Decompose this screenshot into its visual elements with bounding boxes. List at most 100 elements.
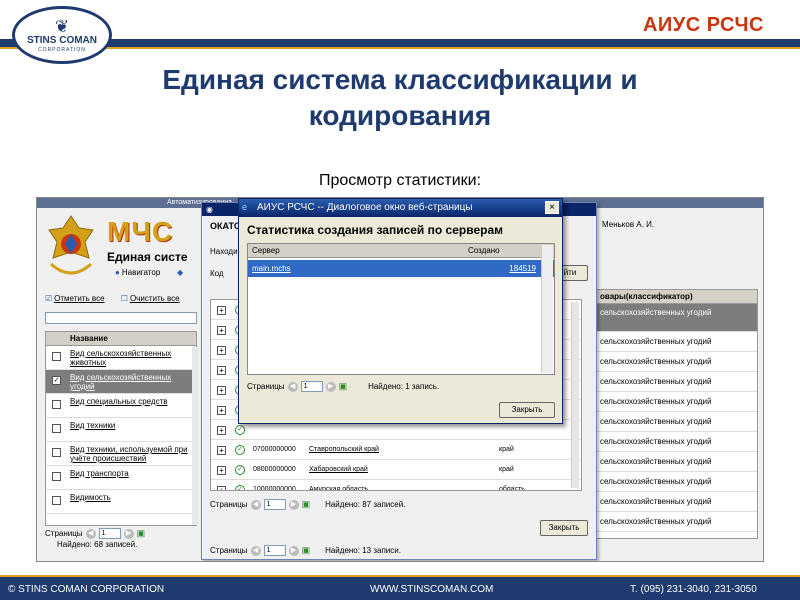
stats-row-created[interactable]: 184519 [509,260,536,277]
catalog-row[interactable]: сельскохозяйственных угодий [596,492,757,512]
stats-found-count: Найдено: 1 запись. [368,382,440,391]
catalog-row[interactable]: сельскохозяйственных угодий [596,372,757,392]
catalog-row[interactable]: сельскохозяйственных угодий [596,452,757,472]
classifier-list-header: Название [46,332,196,346]
expand-icon[interactable]: + [217,406,226,415]
list-item-label[interactable]: Вид специальных средств [70,397,168,406]
checkbox[interactable] [52,472,61,481]
catalog-row[interactable]: сельскохозяйственных угодий [596,432,757,452]
catalog-row[interactable]: сельскохозяйственных угодий [596,512,757,532]
checklist-icon: ☑ [45,294,53,303]
classifier-list-scrollbar[interactable] [192,347,198,525]
check-circle-icon: ✓ [235,445,245,455]
checkbox[interactable] [52,400,61,409]
expand-icon[interactable]: + [217,466,226,475]
checkbox[interactable] [52,448,61,457]
outer-next-page-icon[interactable]: ▶ [288,545,299,556]
classifier-pager: Страницы ◀ 1 ▶ ▣ [45,528,145,539]
list-item-label[interactable]: Видимость [70,493,111,502]
table-row[interactable]: + ✓ 07000000000 Ставропольский край край [211,440,581,460]
list-item[interactable]: Вид транспорта [46,466,196,490]
list-item[interactable]: Видимость [46,490,196,514]
stats-grid-scrollbar[interactable] [541,245,553,373]
nav-extra-icon[interactable]: ◆ [177,268,185,277]
found-count: Найдено: 68 записей. [57,540,138,549]
checkbox[interactable] [52,496,61,505]
catalog-header: овары(классификатор) [596,290,757,304]
expand-icon[interactable]: + [217,386,226,395]
clear-icon: ☐ [120,294,128,303]
prev-page-icon[interactable]: ◀ [85,528,96,539]
logo-subtitle: CORPORATION [38,46,86,53]
catalog-row[interactable]: сельскохозяйственных угодий [596,332,757,352]
checkbox[interactable] [52,352,61,361]
checkbox[interactable]: ✓ [52,376,61,385]
okato-name-link[interactable]: Амурская область [309,480,368,490]
expand-icon[interactable]: + [217,306,226,315]
footer-website[interactable]: WWW.STINSCOMAN.COM [370,577,493,600]
checkbox[interactable] [52,424,61,433]
okato-name-link[interactable]: Хабаровский край [309,460,368,480]
outer-found-count: Найдено: 13 записи. [325,546,401,555]
footer-copyright: © STINS COMAN CORPORATION [8,584,165,595]
header-bar [0,39,800,49]
outer-prev-page-icon[interactable]: ◀ [250,545,261,556]
okato-excel-icon[interactable]: ▣ [302,499,311,510]
stats-row-server[interactable]: main.mchs [252,260,291,277]
expand-icon[interactable]: + [217,446,226,455]
okato-next-page-icon[interactable]: ▶ [288,499,299,510]
okato-close-button[interactable]: Закрыть [540,520,588,536]
expand-icon[interactable]: + [217,366,226,375]
catalog-row[interactable]: сельскохозяйственных угодий [596,352,757,372]
list-item-label[interactable]: Вид сельскохозяйственных угодий [70,373,171,391]
classifier-list: Название Вид сельскохозяйственных животн… [45,331,198,526]
stats-page-select[interactable]: 1 [300,381,323,392]
stats-row[interactable]: main.mchs 184519 [248,260,554,277]
list-item-label[interactable]: Вид транспорта [70,469,129,478]
close-icon[interactable]: × [545,201,559,214]
okato-name-link[interactable]: Ставропольский край [309,440,379,460]
stats-next-page-icon[interactable]: ▶ [325,381,336,392]
excel-export-icon[interactable]: ▣ [137,528,146,539]
expand-icon[interactable]: + [217,426,226,435]
okato-prev-page-icon[interactable]: ◀ [250,499,261,510]
expand-icon[interactable]: + [217,486,226,490]
next-page-icon[interactable]: ▶ [123,528,134,539]
ie-icon: ◉ [206,205,213,214]
slide-title: Единая система классификации и кодирован… [0,62,800,134]
app-system-title: Единая систе [107,250,188,264]
okato-page-select[interactable]: 1 [263,499,286,510]
list-item-label[interactable]: Вид сельскохозяйственных животных [70,349,171,367]
okato-code: 10000000000 [253,486,296,491]
filter-input[interactable] [45,312,197,324]
catalog-row[interactable]: сельскохозяйственных угодий [596,392,757,412]
outer-excel-icon[interactable]: ▣ [302,545,311,556]
navigator-link[interactable]: ● Навигатор [115,268,160,277]
list-item-label[interactable]: Вид техники [70,421,115,430]
expand-icon[interactable]: + [217,346,226,355]
stats-pager-label: Страницы [247,382,285,391]
catalog-row[interactable]: сельскохозяйственных угодий [596,304,757,332]
okato-type: край [499,446,514,453]
outer-page-select[interactable]: 1 [263,545,286,556]
stats-close-button[interactable]: Закрыть [499,402,555,418]
clear-all-link[interactable]: Очистить все [130,294,180,303]
table-row[interactable]: + ✓ 08000000000 Хабаровский край край [211,460,581,480]
mark-all-link[interactable]: Отметить все [54,294,104,303]
stats-grid: Сервер Создано main.mchs 184519 [247,243,555,375]
list-item[interactable]: Вид техники [46,418,196,442]
catalog-row[interactable]: сельскохозяйственных угодий [596,412,757,432]
page-select[interactable]: 1 [98,528,121,539]
list-item-label[interactable]: Вид техники, используемой при учёте прои… [70,445,188,463]
expand-icon[interactable]: + [217,326,226,335]
list-item[interactable]: Вид специальных средств [46,394,196,418]
catalog-row[interactable]: сельскохозяйственных угодий [596,472,757,492]
table-row[interactable]: + ✓ 10000000000 Амурская область область [211,480,581,491]
okato-table-scrollbar[interactable] [571,302,579,488]
list-item[interactable]: ✓ Вид сельскохозяйственных угодий [46,370,196,394]
slide-title-line1: Единая система классификации и [162,64,638,95]
list-item[interactable]: Вид сельскохозяйственных животных [46,346,196,370]
stats-prev-page-icon[interactable]: ◀ [287,381,298,392]
stats-excel-icon[interactable]: ▣ [339,381,348,392]
list-item[interactable]: Вид техники, используемой при учёте прои… [46,442,196,466]
